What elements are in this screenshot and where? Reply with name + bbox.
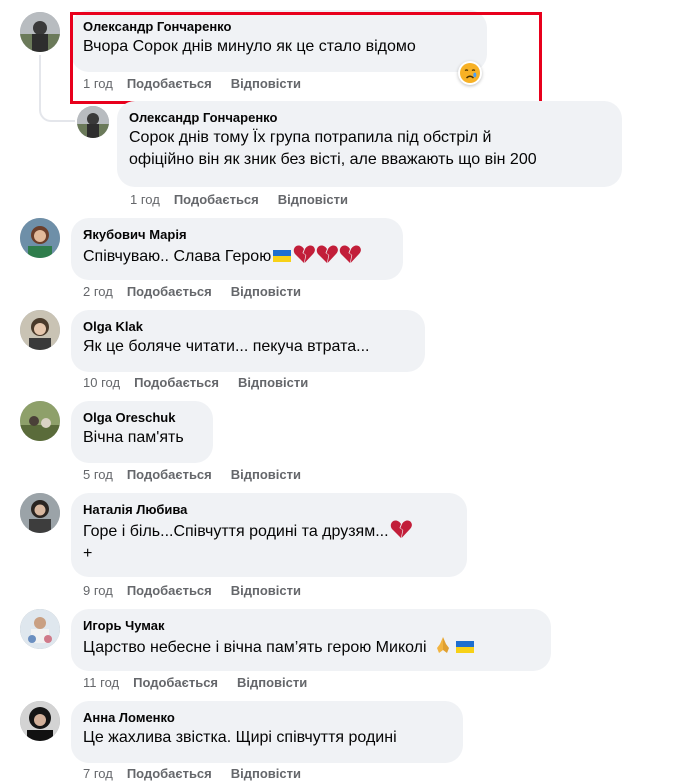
avatar-photo bbox=[20, 12, 60, 52]
avatar[interactable] bbox=[20, 401, 60, 441]
like-button[interactable]: Подобається bbox=[134, 375, 219, 391]
praying-hands-icon bbox=[437, 637, 450, 653]
reply-button[interactable]: Відповісти bbox=[238, 375, 308, 391]
broken-heart-icon bbox=[390, 520, 412, 538]
reply-button[interactable]: Відповісти bbox=[231, 583, 301, 599]
comment-time[interactable]: 7 год bbox=[83, 766, 113, 782]
avatar[interactable] bbox=[20, 310, 60, 350]
avatar[interactable] bbox=[77, 106, 109, 138]
like-button[interactable]: Подобається bbox=[127, 766, 212, 782]
avatar-photo bbox=[77, 106, 109, 138]
avatar[interactable] bbox=[20, 493, 60, 533]
comment-author[interactable]: Олександр Гончаренко bbox=[129, 109, 610, 126]
like-button[interactable]: Подобається bbox=[133, 675, 218, 691]
avatar-photo bbox=[20, 609, 60, 649]
comment-time[interactable]: 1 год bbox=[130, 192, 160, 208]
comment-text-line: + bbox=[83, 545, 93, 562]
comment-text-body: Царство небесне і вічна пам’ять герою Ми… bbox=[83, 639, 427, 656]
reply-button[interactable]: Відповісти bbox=[237, 675, 307, 691]
like-button[interactable]: Подобається bbox=[127, 467, 212, 483]
reply-button[interactable]: Відповісти bbox=[231, 284, 301, 300]
comment-actions: 5 год Подобається Відповісти bbox=[83, 467, 320, 483]
comment-time[interactable]: 2 год bbox=[83, 284, 113, 300]
avatar-photo bbox=[20, 701, 60, 741]
comment-actions: 10 год Подобається Відповісти bbox=[83, 375, 327, 391]
comment-author[interactable]: Анна Ломенко bbox=[83, 709, 451, 726]
broken-heart-icon bbox=[339, 245, 362, 263]
avatar[interactable] bbox=[20, 218, 60, 258]
broken-heart-icon bbox=[316, 245, 339, 263]
comment-author[interactable]: Olga Klak bbox=[83, 318, 413, 335]
comment-time[interactable]: 10 год bbox=[83, 375, 120, 391]
reply-button[interactable]: Відповісти bbox=[231, 467, 301, 483]
comment-text: Вічна пам'ять bbox=[83, 429, 184, 446]
comment-time[interactable]: 11 год bbox=[83, 675, 119, 691]
comment-actions: 7 год Подобається Відповісти bbox=[83, 766, 320, 782]
comment-text-line: Горе і біль...Співчуття родині та друзям… bbox=[83, 519, 455, 543]
reply-button[interactable]: Відповісти bbox=[278, 192, 348, 208]
comment-author[interactable]: Игорь Чумак bbox=[83, 617, 539, 634]
avatar[interactable] bbox=[20, 701, 60, 741]
comment-text: Як це боляче читати... пекуча втрата... bbox=[83, 338, 370, 355]
comment-bubble: Олександр Гончаренко Сорок днів тому Їх … bbox=[117, 101, 622, 187]
avatar[interactable] bbox=[20, 12, 60, 52]
comment-text-line: офіційно він як зник без вісті, але вваж… bbox=[129, 151, 537, 168]
comment-text-line: Сорок днів тому Їх група потрапила під о… bbox=[129, 129, 492, 146]
comment-text-body: Горе і біль...Співчуття родині та друзям… bbox=[83, 523, 389, 540]
comment-actions: 11 год Подобається Відповісти bbox=[83, 675, 326, 691]
avatar-photo bbox=[20, 493, 60, 533]
like-button[interactable]: Подобається bbox=[127, 284, 212, 300]
ukraine-flag-icon bbox=[456, 641, 475, 653]
comment-bubble: Анна Ломенко Це жахлива звістка. Щирі сп… bbox=[71, 701, 463, 763]
comment-actions: 9 год Подобається Відповісти bbox=[83, 583, 320, 599]
comment-text: Царство небесне і вічна пам’ять герою Ми… bbox=[83, 635, 539, 659]
avatar-photo bbox=[20, 218, 60, 258]
comment-text: Це жахлива звістка. Щирі співчуття родин… bbox=[83, 729, 397, 746]
comment-text-body: Співчуваю.. Слава Герою bbox=[83, 248, 272, 265]
comment-author[interactable]: Olga Oreschuk bbox=[83, 409, 201, 426]
comment-bubble: Olga Oreschuk Вічна пам'ять bbox=[71, 401, 213, 463]
comment-bubble: Игорь Чумак Царство небесне і вічна пам’… bbox=[71, 609, 551, 671]
comment-time[interactable]: 9 год bbox=[83, 583, 113, 599]
comment-bubble: Наталія Любива Горе і біль...Співчуття р… bbox=[71, 493, 467, 577]
ukraine-flag-icon bbox=[273, 250, 292, 262]
comment-bubble: Olga Klak Як це боляче читати... пекуча … bbox=[71, 310, 425, 372]
comment-text: Співчуваю.. Слава Герою bbox=[83, 244, 391, 268]
thread-line bbox=[39, 55, 41, 105]
like-button[interactable]: Подобається bbox=[174, 192, 259, 208]
comment-bubble: Якубович Марія Співчуваю.. Слава Герою bbox=[71, 218, 403, 280]
avatar[interactable] bbox=[20, 609, 60, 649]
broken-heart-icon bbox=[293, 245, 316, 263]
like-button[interactable]: Подобається bbox=[127, 583, 212, 599]
highlight-box bbox=[70, 12, 542, 104]
avatar-photo bbox=[20, 401, 60, 441]
comment-author[interactable]: Якубович Марія bbox=[83, 226, 391, 243]
comment-actions: 1 год Подобається Відповісти bbox=[130, 192, 367, 208]
comment-author[interactable]: Наталія Любива bbox=[83, 501, 455, 518]
reply-button[interactable]: Відповісти bbox=[231, 766, 301, 782]
avatar-photo bbox=[20, 310, 60, 350]
comment-actions: 2 год Подобається Відповісти bbox=[83, 284, 320, 300]
comment-time[interactable]: 5 год bbox=[83, 467, 113, 483]
